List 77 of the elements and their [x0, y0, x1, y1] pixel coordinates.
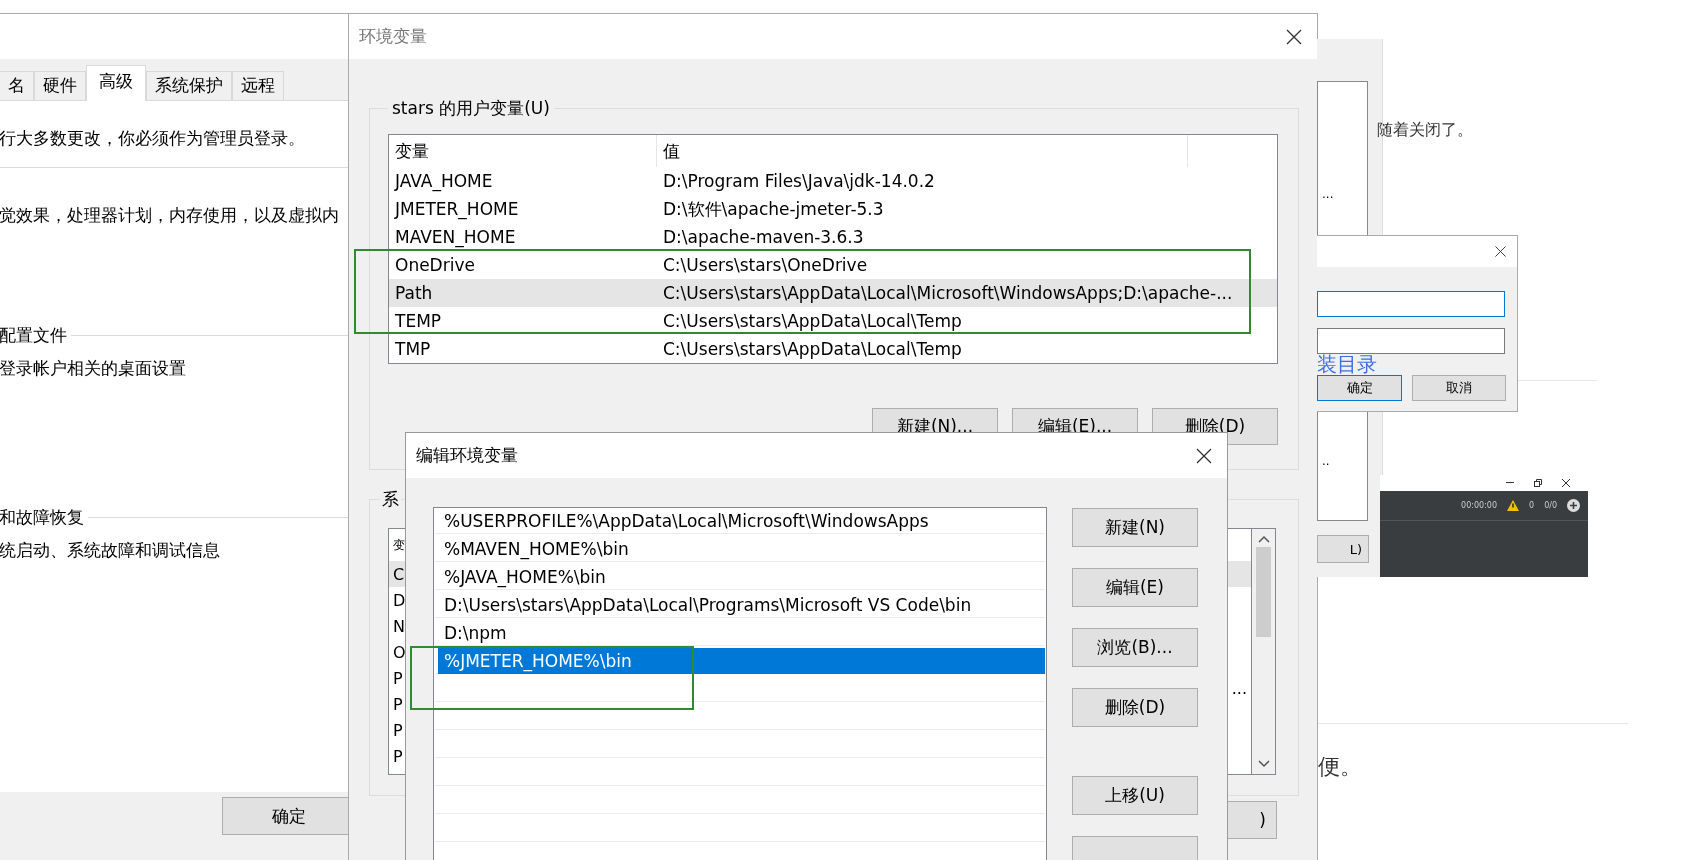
text-fragment: .. — [1322, 454, 1331, 468]
table-cell-text: O — [392, 642, 406, 662]
article-text: 随着关闭了。 — [1377, 120, 1473, 141]
section-title: 和故障恢复 — [0, 506, 88, 529]
close-icon[interactable] — [1195, 446, 1213, 465]
group-label: stars 的用户变量(U) — [391, 97, 551, 120]
minimize-icon[interactable] — [1506, 482, 1514, 484]
article-text: 便。 — [1318, 753, 1362, 781]
table-cell-text: P — [392, 746, 403, 766]
table-cell-text: C:\Users\stars\AppData\Local\Microsoft\WindowsApps;D:\apache-... — [662, 283, 1233, 303]
tab[interactable]: 高级 — [86, 65, 146, 101]
scrollbar-thumb[interactable] — [1256, 547, 1271, 637]
tab[interactable]: 名 — [0, 71, 34, 100]
tab[interactable]: 系统保护 — [146, 71, 232, 100]
table-cell-text: C — [392, 564, 405, 584]
path-entry[interactable]: %JMETER_HOME%\bin — [438, 647, 1045, 674]
scroll-up-icon[interactable] — [1257, 535, 1270, 543]
link-text[interactable]: 装目录 — [1317, 354, 1377, 374]
text-fragment: ... — [1322, 187, 1335, 201]
table-cell-text: TMP — [394, 339, 432, 359]
table-cell-text: P — [392, 668, 403, 688]
table-cell-text: D:\Program Files\Java\jdk-14.0.2 — [662, 171, 935, 191]
edit-button[interactable]: 新建(N) — [1072, 508, 1198, 547]
table-cell-text: C:\Users\stars\AppData\Local\Temp — [662, 339, 962, 359]
path-entry[interactable]: %JAVA_HOME%\bin — [438, 563, 1045, 590]
section-description: 统启动、系统故障和调试信息 — [0, 539, 221, 562]
input-field[interactable] — [1317, 291, 1505, 317]
table-cell-text: D:\软件\apache-jmeter-5.3 — [662, 197, 884, 221]
scrollbar[interactable] — [1251, 528, 1276, 775]
table-cell-text: P — [392, 720, 403, 740]
table-cell-text: JMETER_HOME — [393, 199, 520, 219]
table-cell-text: MAVEN_HOME — [394, 227, 517, 247]
section-description: 觉效果，处理器计划，内存使用，以及虚拟内 — [0, 204, 340, 227]
add-icon[interactable] — [1567, 499, 1580, 512]
cancel-button[interactable]: 取消 — [1412, 375, 1506, 401]
scroll-down-icon[interactable] — [1257, 760, 1270, 768]
edit-button[interactable]: 编辑(E) — [1072, 568, 1198, 607]
column-header[interactable]: 变量 — [389, 135, 657, 167]
time-label: 00:00:00 — [1461, 501, 1498, 510]
error-count: 0/0 — [1544, 501, 1557, 510]
edit-button[interactable]: 上移(U) — [1072, 776, 1198, 815]
table-cell-text: N — [392, 616, 405, 636]
section-title: 配置文件 — [0, 324, 71, 347]
restore-icon[interactable] — [1534, 479, 1542, 487]
table-cell-text: OneDrive — [394, 255, 476, 275]
column-header[interactable]: 值 — [657, 135, 1188, 167]
table-cell-text: D — [392, 590, 406, 610]
ok-button[interactable]: 确定 — [1317, 375, 1402, 401]
path-entry[interactable]: D:\npm — [438, 619, 1045, 646]
warning-count: 0 — [1529, 501, 1535, 510]
table-cell-text: P — [392, 694, 403, 714]
dialog-button[interactable]: L) — [1317, 535, 1369, 563]
column-header[interactable]: 变 — [389, 536, 405, 554]
tab[interactable]: 硬件 — [34, 71, 86, 100]
window-title: 环境变量 — [359, 25, 427, 48]
close-icon[interactable] — [1494, 245, 1507, 258]
table-cell-text: D:\apache-maven-3.6.3 — [662, 227, 864, 247]
edit-button[interactable]: 浏览(B)... — [1072, 628, 1198, 667]
path-entry[interactable]: %USERPROFILE%\AppData\Local\Microsoft\WindowsApps — [438, 507, 1045, 534]
table-cell-text: C:\Users\stars\OneDrive — [662, 255, 868, 275]
close-icon[interactable] — [1285, 27, 1303, 46]
table-cell-text: TEMP — [394, 311, 443, 331]
table-cell-text: JAVA_HOME — [393, 171, 494, 191]
input-field[interactable] — [1317, 328, 1505, 354]
edit-button[interactable]: 删除(D) — [1072, 688, 1198, 727]
section-description: 登录帐户相关的桌面设置 — [0, 357, 187, 380]
close-icon[interactable] — [1562, 479, 1570, 487]
table-cell-text: Path — [394, 283, 434, 303]
tab[interactable]: 远程 — [232, 71, 284, 100]
ok-button[interactable]: 确定 — [222, 797, 348, 835]
group-label: 系 — [381, 488, 400, 511]
warning-icon — [1507, 500, 1520, 511]
path-entry[interactable]: %MAVEN_HOME%\bin — [438, 535, 1045, 562]
table-cell: ... — [1231, 679, 1247, 698]
path-entry[interactable]: D:\Users\stars\AppData\Local\Programs\Microsoft VS Code\bin — [438, 591, 1045, 618]
dialog-title: 编辑环境变量 — [416, 444, 518, 467]
table-cell-text: C:\Users\stars\AppData\Local\Temp — [662, 311, 962, 331]
